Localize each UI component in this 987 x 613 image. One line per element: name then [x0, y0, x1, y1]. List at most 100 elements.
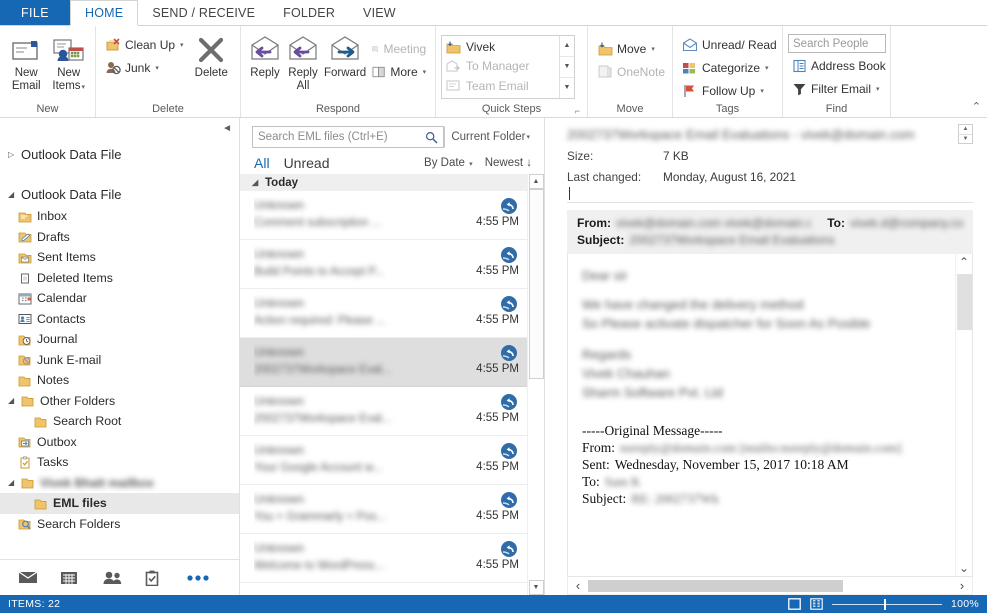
body-scroll-thumb[interactable]: [956, 274, 972, 330]
sidebar-item-drafts[interactable]: Drafts: [0, 227, 239, 248]
other-folders-expander-icon[interactable]: [8, 396, 16, 405]
clean-up-button[interactable]: Clean Up ▾: [101, 34, 188, 55]
nav-people-button[interactable]: [102, 570, 144, 585]
delete-button[interactable]: Delete: [188, 32, 235, 81]
scroll-thumb[interactable]: [528, 189, 544, 379]
nav-tasks-button[interactable]: [144, 570, 186, 586]
follow-up-button[interactable]: Follow Up ▾: [678, 80, 781, 101]
sidebar-item-search-root[interactable]: Search Root: [0, 411, 239, 432]
search-scope-caret-icon[interactable]: ▾: [526, 133, 530, 141]
hscroll-left-button[interactable]: ‹: [568, 578, 588, 593]
message-row[interactable]: Unknown You + Grammarly = Pos... 4:55 PM: [240, 485, 527, 534]
nav-mail-button[interactable]: [18, 570, 60, 585]
filter-email-button[interactable]: Filter Email ▾: [788, 78, 890, 99]
reading-view-button[interactable]: [810, 598, 823, 610]
more-caret-icon[interactable]: ▾: [423, 68, 427, 76]
sort-field-caret-icon[interactable]: ▾: [469, 161, 473, 168]
quick-steps-dialog-launcher-icon[interactable]: ⌐: [575, 106, 580, 116]
message-row[interactable]: Unknown Build Points to Accept P... 4:55…: [240, 240, 527, 289]
forward-button[interactable]: Forward: [322, 32, 368, 81]
quick-step-to-manager[interactable]: To Manager: [442, 57, 559, 76]
filter-email-caret-icon[interactable]: ▾: [876, 85, 880, 93]
message-row-selected[interactable]: Unknown 2002737Workspace Eval... 4:55 PM: [240, 338, 527, 387]
nav-calendar-button[interactable]: [60, 570, 102, 585]
expander-down-icon[interactable]: [8, 190, 16, 199]
quick-step-vivek[interactable]: Vivek: [442, 38, 559, 57]
scroll-down-button[interactable]: ▼: [528, 580, 544, 595]
message-list-scrollbar[interactable]: ▲ ▼: [527, 174, 544, 595]
meeting-button[interactable]: Meeting: [368, 38, 430, 59]
sidebar-item-outbox[interactable]: Outbox: [0, 432, 239, 453]
sidebar-item-sent-items[interactable]: Sent Items: [0, 247, 239, 268]
new-email-button[interactable]: New Email: [5, 32, 48, 94]
hscroll-track[interactable]: [588, 579, 952, 592]
sidebar-item-notes[interactable]: Notes: [0, 370, 239, 391]
junk-button[interactable]: Junk ▾: [101, 57, 188, 78]
move-button[interactable]: Move ▾: [593, 38, 669, 59]
sidebar-item-junk-email[interactable]: Junk E-mail: [0, 350, 239, 371]
message-search-input[interactable]: Search EML files (Ctrl+E): [252, 126, 445, 148]
new-items-caret-icon[interactable]: ▾: [82, 84, 86, 91]
sidebar-item-mailbox[interactable]: Vivek Bhatt mailbox: [0, 473, 239, 494]
unread-read-button[interactable]: Unread/ Read: [678, 34, 781, 55]
message-row[interactable]: Unknown Your Google Account w... 4:55 PM: [240, 436, 527, 485]
categorize-button[interactable]: Categorize ▾: [678, 57, 781, 78]
sidebar-item-calendar[interactable]: Calendar: [0, 288, 239, 309]
tab-view[interactable]: VIEW: [349, 0, 410, 25]
zoom-level-label[interactable]: 100%: [951, 598, 979, 610]
zoom-slider[interactable]: [831, 598, 942, 610]
sidebar-root-collapsed[interactable]: Outlook Data File: [0, 142, 239, 166]
sidebar-item-eml-files[interactable]: EML files: [0, 493, 239, 514]
message-row[interactable]: Unknown 2002737Workspace Eval... 4:55 PM: [240, 387, 527, 436]
search-scope-dropdown[interactable]: Current Folder ▾: [444, 126, 535, 148]
tab-send-receive[interactable]: SEND / RECEIVE: [138, 0, 269, 25]
message-nav-spinner[interactable]: ▲ ▼: [958, 124, 973, 144]
new-items-button[interactable]: New Items▾: [48, 32, 91, 95]
scroll-track[interactable]: [528, 189, 544, 580]
next-item-button[interactable]: ▼: [959, 135, 972, 144]
sidebar-item-inbox[interactable]: Inbox: [0, 206, 239, 227]
sort-field-dropdown[interactable]: By Date ▾: [424, 157, 473, 169]
nav-more-button[interactable]: [186, 574, 228, 582]
quick-steps-expand[interactable]: ▼: [560, 78, 574, 98]
tab-file[interactable]: FILE: [0, 0, 70, 25]
onenote-button[interactable]: OneNote: [593, 61, 669, 82]
body-scroll-up-icon[interactable]: ⌃: [959, 254, 969, 270]
move-caret-icon[interactable]: ▾: [651, 45, 655, 53]
email-body-content[interactable]: Dear sir We have changed the delivery me…: [568, 254, 955, 576]
body-vertical-scrollbar[interactable]: ⌃ ⌄: [955, 254, 972, 576]
message-group-header-today[interactable]: Today: [240, 174, 527, 191]
body-horizontal-scrollbar[interactable]: ‹ ›: [567, 577, 973, 595]
follow-up-caret-icon[interactable]: ▾: [760, 87, 764, 95]
categorize-caret-icon[interactable]: ▾: [765, 64, 769, 72]
tab-folder[interactable]: FOLDER: [269, 0, 349, 25]
body-scroll-down-icon[interactable]: ⌄: [959, 560, 969, 576]
address-book-button[interactable]: Address Book: [788, 55, 890, 76]
filter-all-button[interactable]: All: [254, 155, 270, 171]
message-row[interactable]: Unknown Welcome to WordPress... 4:55 PM: [240, 534, 527, 583]
sidebar-item-contacts[interactable]: Contacts: [0, 309, 239, 330]
quick-step-team-email[interactable]: Team Email: [442, 76, 559, 95]
more-button[interactable]: More ▾: [368, 61, 430, 82]
normal-view-button[interactable]: [788, 598, 801, 610]
quick-steps-scroll-down[interactable]: ▼: [560, 57, 574, 78]
previous-item-button[interactable]: ▲: [959, 125, 972, 135]
sidebar-item-tasks[interactable]: Tasks: [0, 452, 239, 473]
reply-all-button[interactable]: Reply All: [284, 32, 322, 94]
sidebar-item-journal[interactable]: Journal: [0, 329, 239, 350]
reply-button[interactable]: Reply: [246, 32, 284, 81]
ribbon-collapse-button[interactable]: ⌃: [972, 100, 981, 113]
message-row[interactable]: Unknown Comment subscription ... 4:55 PM: [240, 191, 527, 240]
clean-up-caret-icon[interactable]: ▾: [180, 41, 184, 49]
quick-steps-scroll-up[interactable]: ▲: [560, 36, 574, 57]
scroll-up-button[interactable]: ▲: [528, 174, 544, 189]
expander-right-icon[interactable]: [8, 150, 16, 159]
quick-steps-scrollbar[interactable]: ▲ ▼ ▼: [559, 35, 574, 98]
sidebar-root-expanded[interactable]: Outlook Data File: [0, 182, 239, 206]
zoom-slider-knob[interactable]: [883, 598, 886, 610]
hscroll-right-button[interactable]: ›: [952, 578, 972, 593]
junk-caret-icon[interactable]: ▾: [155, 64, 159, 72]
sort-order-button[interactable]: Newest ↓: [485, 157, 532, 169]
sidebar-item-search-folders[interactable]: Search Folders: [0, 514, 239, 535]
sidebar-item-deleted-items[interactable]: Deleted Items: [0, 268, 239, 289]
